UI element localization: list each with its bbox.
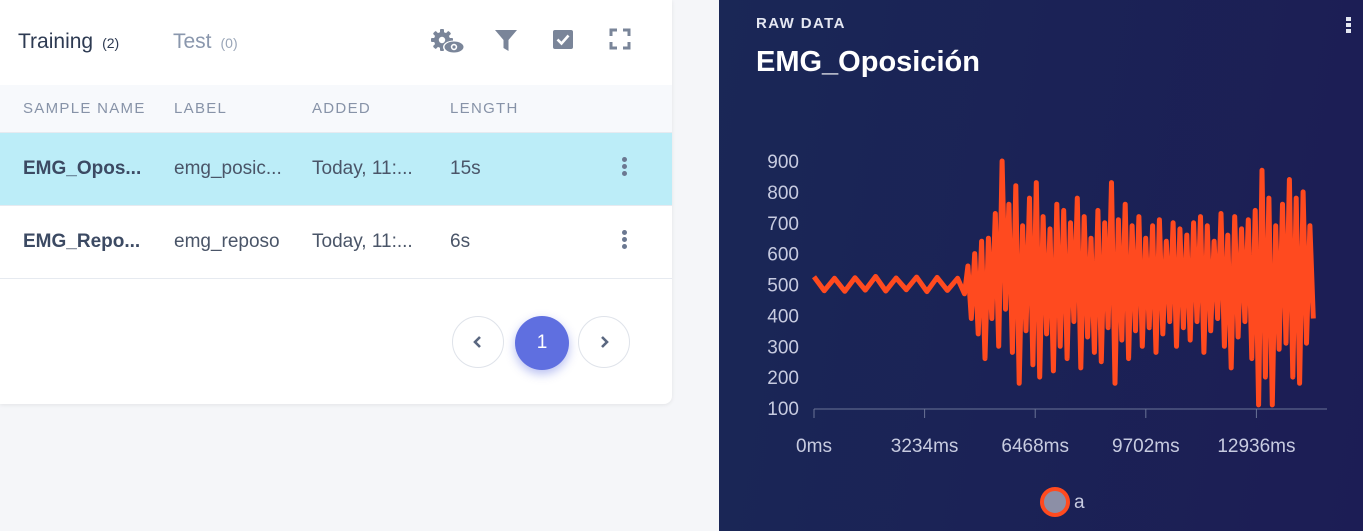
y-tick-label: 900	[767, 152, 799, 173]
y-tick-label: 400	[767, 306, 799, 327]
legend-label: a	[1074, 492, 1085, 513]
tab-training-label: Training	[18, 30, 94, 53]
sample-name-cell: EMG_Opos...	[23, 158, 142, 179]
length-cell: 15s	[450, 158, 481, 179]
y-tick-label: 100	[767, 399, 799, 420]
y-tick-label: 300	[767, 337, 799, 358]
column-header-length[interactable]: LENGTH	[450, 100, 519, 117]
column-header-label[interactable]: LABEL	[174, 100, 227, 117]
raw-data-panel: RAW DATA EMG_Oposición 100 200 300 400 500 60…	[719, 0, 1363, 531]
table-row[interactable]: EMG_Repo... emg_reposo Today, 11:... 6s	[0, 206, 672, 279]
y-tick-label: 800	[767, 183, 799, 204]
y-tick-label: 600	[767, 245, 799, 266]
chevron-right-icon	[601, 336, 609, 348]
tab-training-count: (2)	[102, 35, 120, 51]
x-tick-label: 9702ms	[1112, 436, 1180, 457]
x-tick-label: 0ms	[796, 436, 832, 457]
row-menu-icon[interactable]	[617, 155, 631, 179]
sample-name-cell: EMG_Repo...	[23, 231, 141, 252]
raw-data-chart: 100 200 300 400 500 600 700 800 900 0ms 3234ms 6468…	[767, 152, 1327, 517]
filter-icon[interactable]	[494, 28, 522, 56]
x-tick-label: 12936ms	[1217, 436, 1295, 457]
added-cell: Today, 11:...	[312, 231, 413, 252]
y-tick-label: 200	[767, 368, 799, 389]
series-line-a	[811, 158, 1316, 408]
pagination-page-button[interactable]: 1	[515, 316, 569, 370]
x-tick-label: 6468ms	[1001, 436, 1069, 457]
y-tick-label: 500	[767, 276, 799, 297]
tab-bar: Training (2) Test (0)	[0, 0, 672, 86]
column-header-added[interactable]: ADDED	[312, 100, 371, 117]
samples-card: Training (2) Test (0) SAMPLE NAME LABEL …	[0, 0, 672, 404]
table-row[interactable]: EMG_Opos... emg_posic... Today, 11:... 1…	[0, 133, 672, 206]
label-cell: emg_reposo	[174, 231, 280, 252]
table-header: SAMPLE NAME LABEL ADDED LENGTH	[0, 85, 672, 133]
column-header-sample-name[interactable]: SAMPLE NAME	[23, 100, 146, 117]
x-tick-label: 3234ms	[891, 436, 959, 457]
length-cell: 6s	[450, 231, 471, 252]
legend-marker	[1040, 487, 1070, 517]
y-tick-label: 700	[767, 214, 799, 235]
tab-training[interactable]: Training (2)	[18, 30, 119, 54]
pagination-next-button[interactable]	[578, 316, 630, 368]
checkbox-icon[interactable]	[552, 28, 580, 56]
pagination-prev-button[interactable]	[452, 316, 504, 368]
settings-eye-icon[interactable]	[430, 28, 465, 56]
tab-test-label: Test	[173, 30, 212, 53]
chevron-left-icon	[473, 336, 481, 348]
fullscreen-icon[interactable]	[609, 28, 637, 56]
label-cell: emg_posic...	[174, 158, 282, 179]
tab-test[interactable]: Test (0)	[173, 30, 238, 54]
row-menu-icon[interactable]	[617, 228, 631, 252]
tab-test-count: (0)	[220, 35, 238, 51]
added-cell: Today, 11:...	[312, 158, 413, 179]
